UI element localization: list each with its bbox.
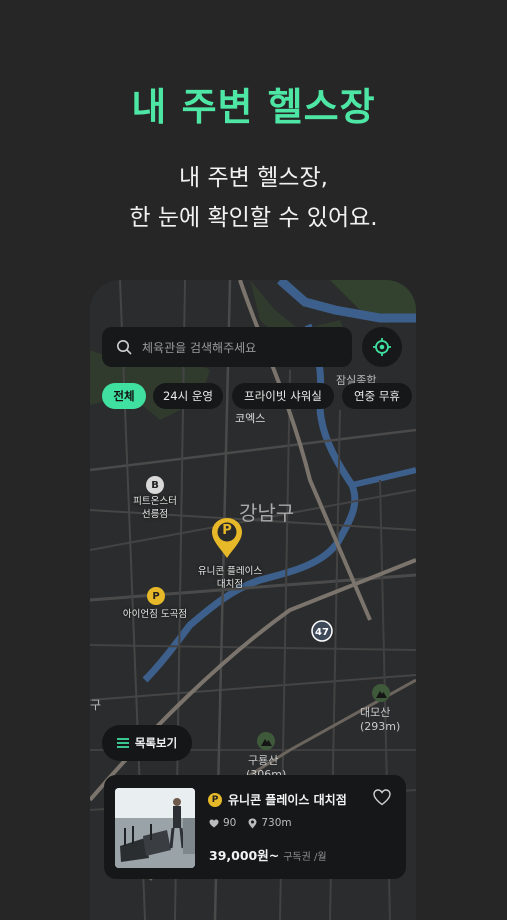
gym-thumbnail [115, 788, 195, 868]
guryongsan-label: 구룡산 [248, 754, 279, 767]
map-edge-fragment: 구 [90, 698, 102, 712]
pin-ironzym[interactable]: P [147, 587, 165, 605]
gym-card[interactable]: P 유니콘 플레이스 대치점 90 730m 39,000원~ 구독권 /월 [104, 775, 406, 879]
filter-chip-all[interactable]: 전체 [102, 383, 146, 409]
pin-sublabel: 대치점 [216, 579, 244, 590]
like-count: 90 [223, 817, 237, 829]
filter-chip-24h[interactable]: 24시 운영 [153, 383, 223, 409]
daemosan-label: 대모산 [360, 706, 391, 719]
phone-screen: 47 강남구 코엑스 잠실종합 구 대모산 (293m) 구룡산 (306m) … [90, 280, 416, 920]
promo-subline-1: 내 주변 헬스장, [179, 165, 328, 191]
location-pin-icon [248, 818, 257, 828]
pin-unicorn-place[interactable]: P [211, 517, 243, 559]
search-icon [117, 340, 132, 355]
search-bar[interactable]: 체육관을 검색해주세요 [102, 327, 352, 367]
daemosan-height: (293m) [360, 720, 401, 733]
filter-chip-private-shower[interactable]: 프라이빗 샤워실 [232, 383, 334, 409]
list-view-label: 목록보기 [134, 736, 178, 750]
price-unit: 구독권 /월 [283, 852, 327, 863]
list-icon [116, 738, 129, 748]
promo-subline-2: 한 눈에 확인할 수 있어요. [129, 205, 378, 231]
crosshair-icon [373, 338, 391, 356]
promo-headline: 내 주변 헬스장 [131, 85, 376, 129]
pin-sublabel: 선릉점 [141, 509, 169, 520]
list-view-button[interactable]: 목록보기 [102, 725, 192, 761]
heart-icon[interactable] [373, 789, 391, 806]
district-label: 강남구 [239, 501, 295, 525]
search-input[interactable]: 체육관을 검색해주세요 [142, 339, 256, 356]
like-heart-icon [209, 819, 219, 827]
filter-chip-open-all-year[interactable]: 연중 무휴 [342, 383, 412, 409]
distance: 730m [261, 817, 292, 829]
pin-label: 유니콘 플레이스 [197, 566, 263, 577]
gym-price: 39,000원~ [209, 848, 280, 863]
pin-label: 아이언짐 도곡점 [122, 609, 188, 620]
pin-letter: P [222, 523, 232, 538]
pin-label: 피트온스터 [133, 496, 177, 507]
mountain-icon-guryongsan [257, 732, 275, 750]
gym-badge: P [208, 792, 222, 807]
mountain-icon-daemosan [372, 684, 390, 702]
locate-me-button[interactable] [362, 327, 402, 367]
pin-fitonster[interactable]: B [146, 476, 164, 494]
coex-label: 코엑스 [235, 412, 266, 425]
road-number-text: 47 [315, 627, 329, 638]
gym-name: 유니콘 플레이스 대치점 [228, 793, 347, 807]
